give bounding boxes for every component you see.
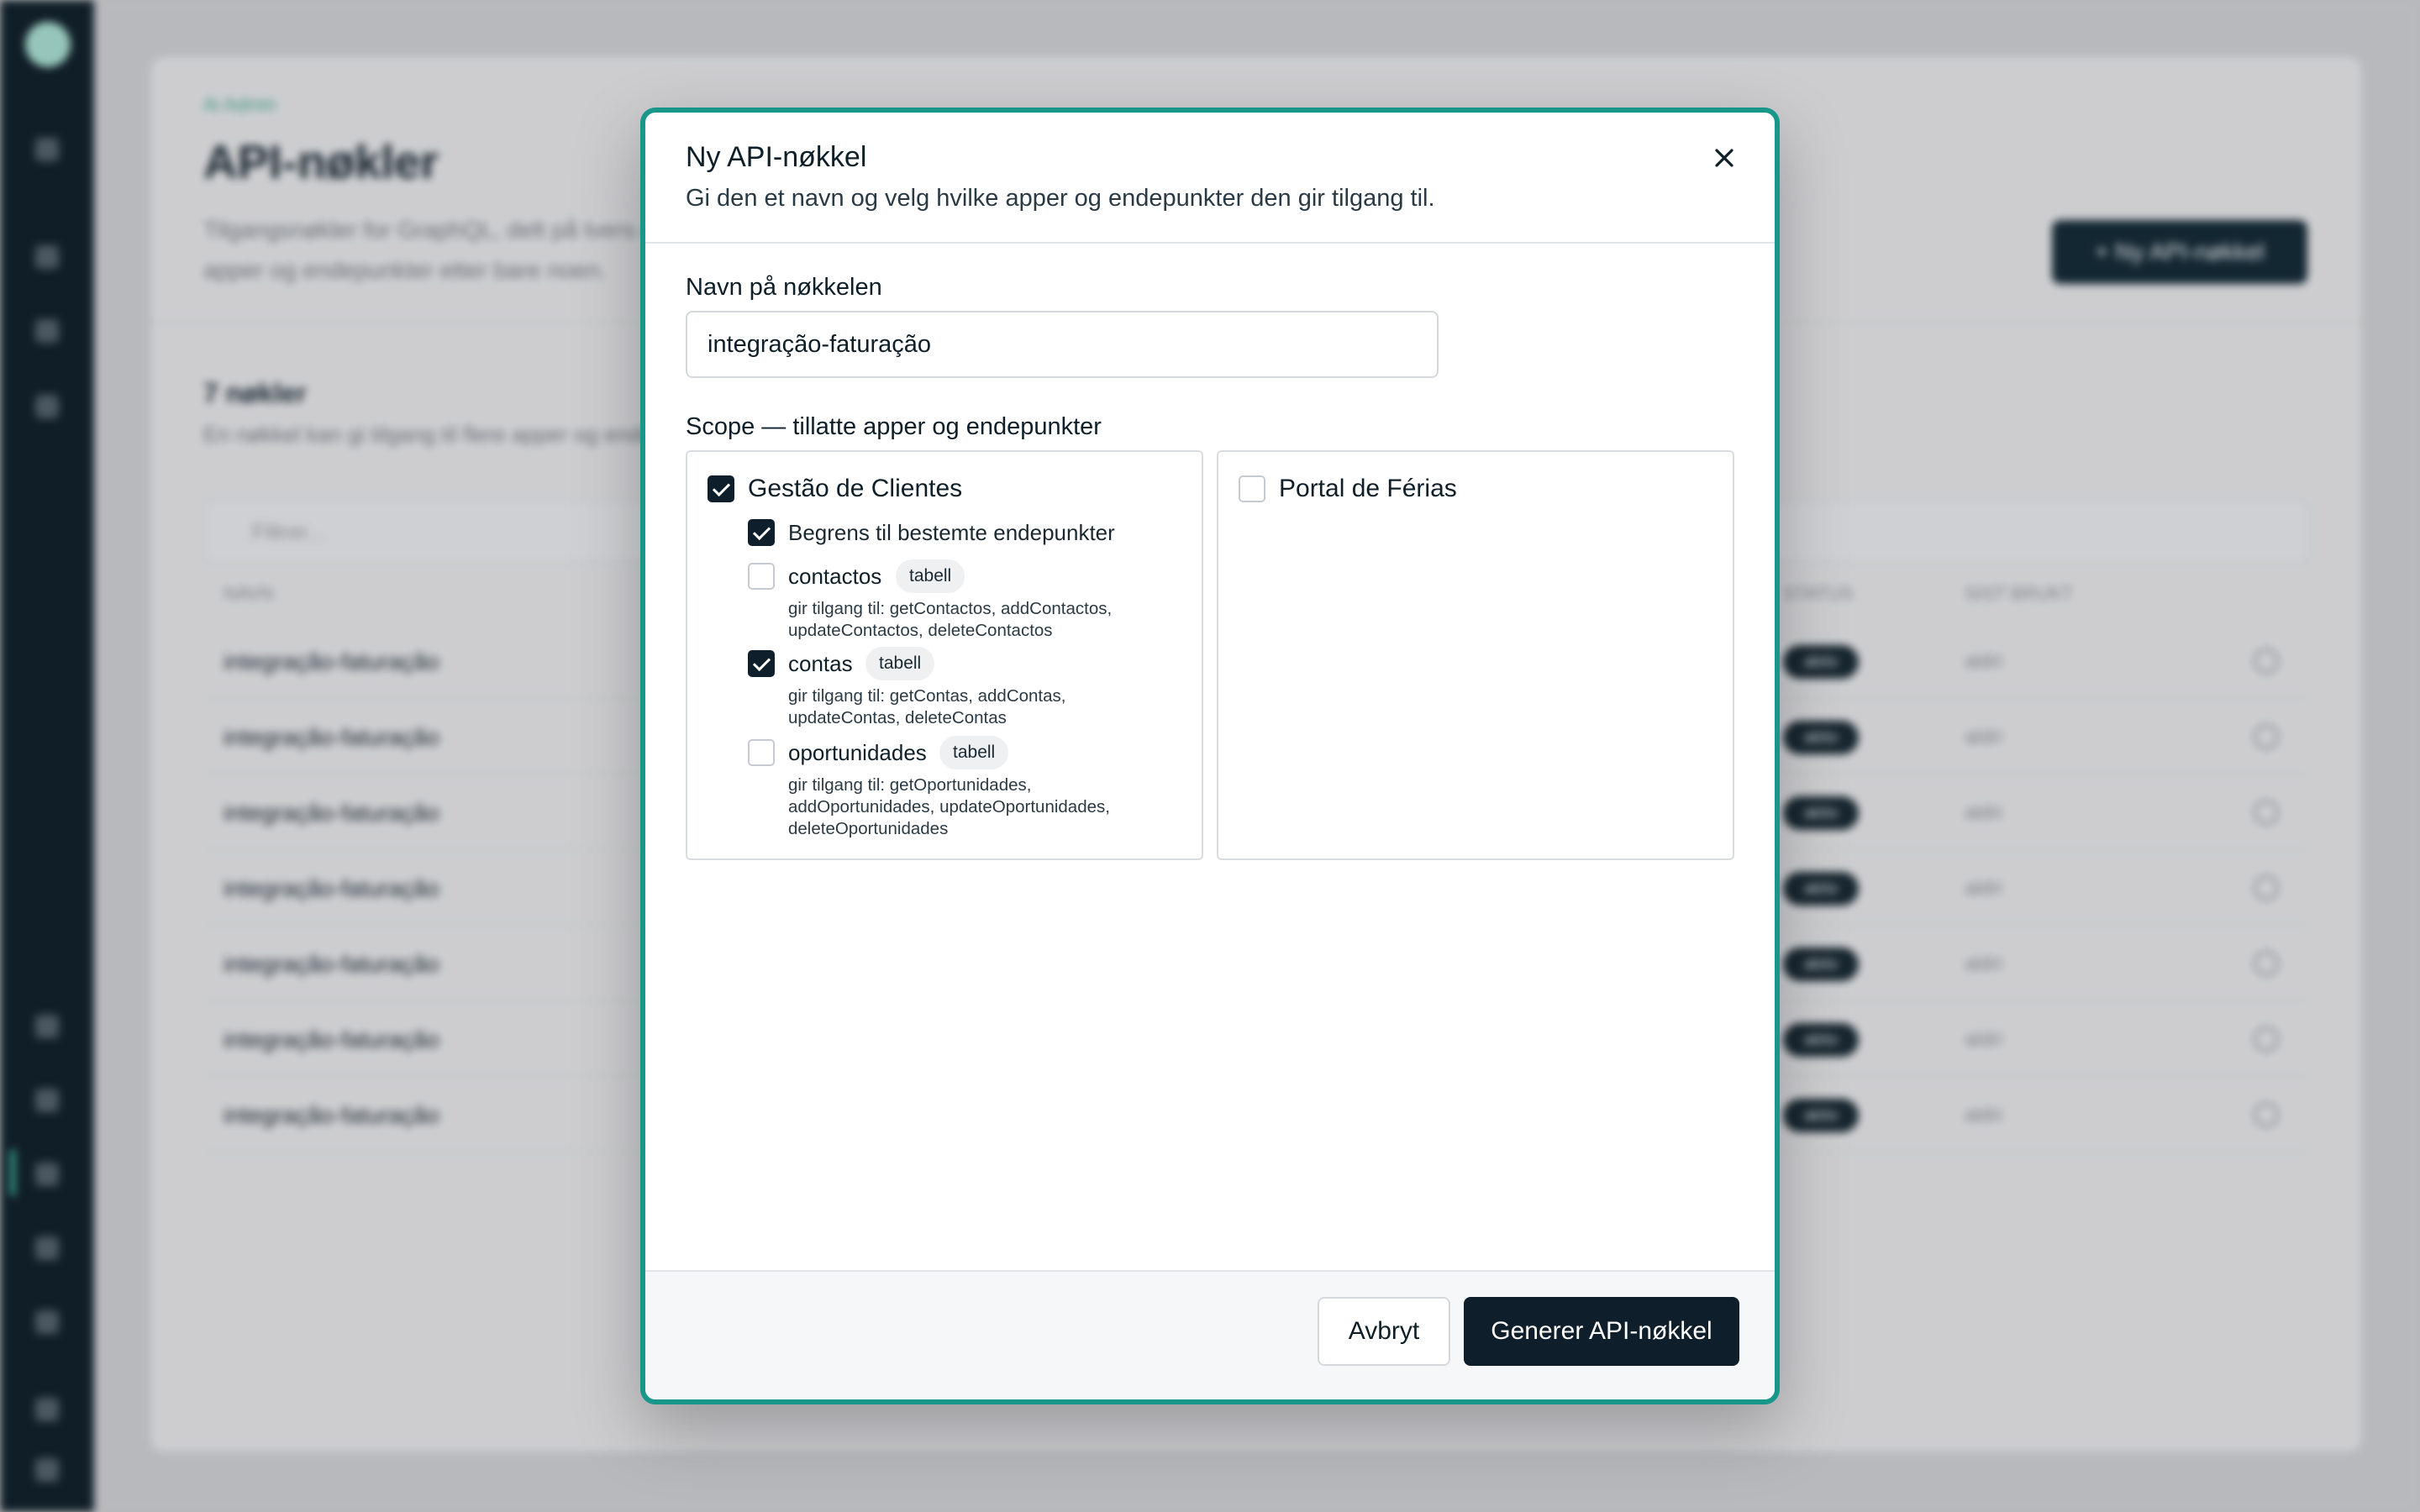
endpoint-checkbox-contas[interactable] — [748, 650, 775, 677]
app-name-label: Gestão de Clientes — [748, 475, 963, 502]
app-card-gestao-de-clientes: Gestão de Clientes Begrens til bestemte … — [686, 450, 1203, 860]
endpoint-type-badge: tabell — [865, 647, 935, 680]
dialog-subtitle: Gi den et navn og velg hvilke apper og e… — [686, 185, 1435, 212]
endpoint-name: contactos — [788, 564, 882, 589]
endpoint-checkbox-oportunidades[interactable] — [748, 739, 775, 766]
endpoint-name: contas — [788, 651, 853, 676]
endpoint-description: gir tilgang til: getContas, addContas, u… — [788, 686, 1066, 727]
endpoint-checkbox-contactos[interactable] — [748, 563, 775, 590]
endpoint-description: gir tilgang til: getOportunidades, addOp… — [788, 775, 1110, 838]
app-checkbox-gestao-de-clientes[interactable] — [708, 475, 734, 502]
key-name-input[interactable] — [686, 311, 1439, 378]
dialog-header: Ny API-nøkkel Gi den et navn og velg hvi… — [645, 113, 1775, 244]
name-field-label: Navn på nøkkelen — [686, 274, 882, 301]
generate-api-key-button[interactable]: Generer API-nøkkel — [1464, 1297, 1739, 1366]
endpoint-type-badge: tabell — [896, 559, 965, 593]
close-button[interactable] — [1707, 141, 1741, 175]
endpoint-type-badge: tabell — [939, 736, 1009, 769]
endpoint-name: oportunidades — [788, 740, 927, 765]
endpoint-description: gir tilgang til: getContactos, addContac… — [788, 599, 1113, 640]
app-checkbox-portal-de-ferias[interactable] — [1239, 475, 1265, 502]
restrict-endpoints-checkbox[interactable] — [748, 519, 775, 546]
dialog-title: Ny API-nøkkel — [686, 141, 867, 173]
cancel-button[interactable]: Avbryt — [1318, 1297, 1450, 1366]
app-card-portal-de-ferias: Portal de Férias — [1217, 450, 1734, 860]
scope-label: Scope — tillatte apper og endepunkter — [686, 413, 1102, 440]
dialog-footer: Avbryt Generer API-nøkkel — [645, 1270, 1775, 1399]
close-icon — [1715, 149, 1733, 167]
app-name-label: Portal de Férias — [1279, 475, 1457, 502]
restrict-endpoints-label: Begrens til bestemte endepunkter — [788, 520, 1115, 545]
new-api-key-dialog: Ny API-nøkkel Gi den et navn og velg hvi… — [640, 108, 1780, 1404]
